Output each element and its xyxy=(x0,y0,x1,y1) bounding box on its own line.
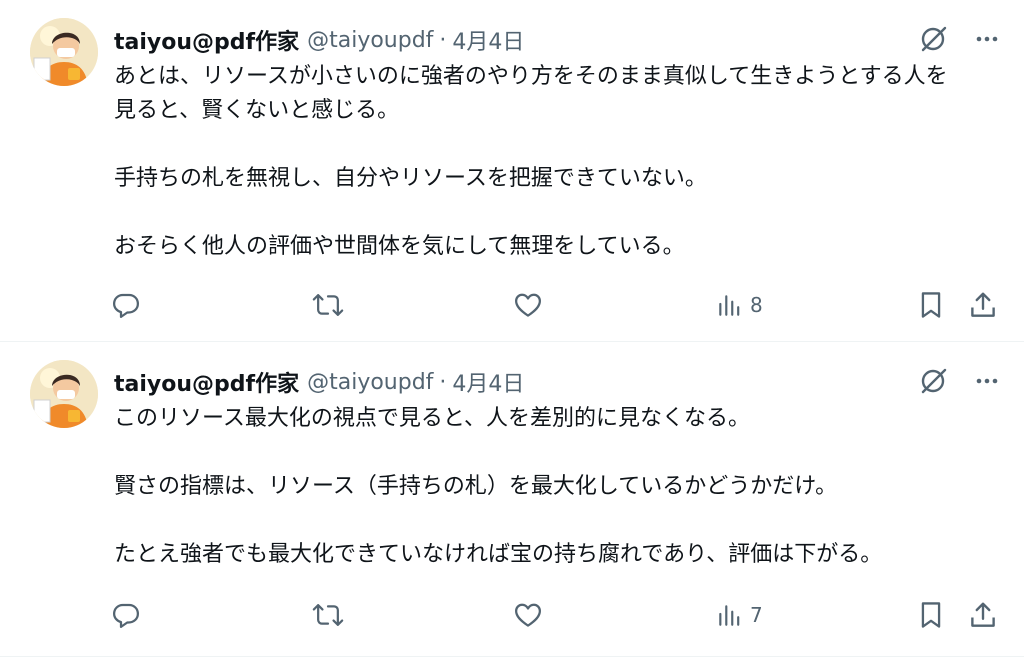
tweet-date[interactable]: 4月4日 xyxy=(452,366,524,398)
views-count: 7 xyxy=(750,603,763,627)
tweet-text: あとは、リソースが小さいのに強者のやり方をそのまま真似して生きようとする人を 見… xyxy=(114,60,994,264)
views-count: 8 xyxy=(750,293,763,317)
tweet-header: taiyou@pdf作家 @taiyoupdf · 4月4日 xyxy=(114,24,524,56)
reply-icon xyxy=(111,600,141,630)
separator-dot: · xyxy=(439,369,447,395)
like-icon xyxy=(513,290,543,320)
user-handle[interactable]: @taiyoupdf xyxy=(307,28,433,53)
reply-button[interactable] xyxy=(111,285,141,325)
display-name[interactable]: taiyou@pdf作家 xyxy=(114,24,299,56)
avatar[interactable] xyxy=(30,360,98,428)
share-button[interactable] xyxy=(968,595,998,635)
retweet-icon xyxy=(312,600,344,630)
display-name[interactable]: taiyou@pdf作家 xyxy=(114,366,299,398)
tweet-line: このリソース最大化の視点で見ると、人を差別的に見なくなる。 xyxy=(114,406,751,431)
action-bar: 7 xyxy=(0,595,1024,635)
user-handle[interactable]: @taiyoupdf xyxy=(307,370,433,395)
grok-icon[interactable] xyxy=(918,366,948,396)
tweet-line: おそらく他人の評価や世間体を気にして無理をしている。 xyxy=(114,234,685,259)
avatar[interactable] xyxy=(30,18,98,86)
views-icon xyxy=(716,602,742,628)
like-icon xyxy=(513,600,543,630)
retweet-icon xyxy=(312,290,344,320)
reply-icon xyxy=(111,290,141,320)
share-button[interactable] xyxy=(968,285,998,325)
bookmark-icon xyxy=(917,290,945,320)
tweet-line: 手持ちの札を無視し、自分やリソースを把握できていない。 xyxy=(114,166,707,191)
views-button[interactable]: 7 xyxy=(716,595,763,635)
views-icon xyxy=(716,292,742,318)
tweet-date[interactable]: 4月4日 xyxy=(452,24,524,56)
retweet-button[interactable] xyxy=(312,285,344,325)
retweet-button[interactable] xyxy=(312,595,344,635)
tweet-line: 見ると、賢くないと感じる。 xyxy=(114,98,400,123)
separator-dot: · xyxy=(439,27,447,53)
tweet-2[interactable]: taiyou@pdf作家 @taiyoupdf · 4月4日 このリソース最大化… xyxy=(0,342,1024,657)
share-icon xyxy=(968,290,998,320)
share-icon xyxy=(968,600,998,630)
reply-button[interactable] xyxy=(111,595,141,635)
like-button[interactable] xyxy=(513,595,543,635)
bookmark-button[interactable] xyxy=(917,595,945,635)
tweet-line: たとえ強者でも最大化できていなければ宝の持ち腐れであり、評価は下がる。 xyxy=(114,542,883,567)
tweet-line: あとは、リソースが小さいのに強者のやり方をそのまま真似して生きようとする人を xyxy=(114,64,948,89)
more-icon[interactable] xyxy=(974,368,1000,394)
more-icon[interactable] xyxy=(974,26,1000,52)
tweet-line: 賢さの指標は、リソース（手持ちの札）を最大化しているかどうかだけ。 xyxy=(114,474,838,499)
action-bar: 8 xyxy=(0,285,1024,325)
like-button[interactable] xyxy=(513,285,543,325)
views-button[interactable]: 8 xyxy=(716,285,763,325)
grok-icon[interactable] xyxy=(918,24,948,54)
bookmark-icon xyxy=(917,600,945,630)
tweet-1[interactable]: taiyou@pdf作家 @taiyoupdf · 4月4日 あとは、リソースが… xyxy=(0,0,1024,342)
bookmark-button[interactable] xyxy=(917,285,945,325)
tweet-header: taiyou@pdf作家 @taiyoupdf · 4月4日 xyxy=(114,366,524,398)
tweet-text: このリソース最大化の視点で見ると、人を差別的に見なくなる。 賢さの指標は、リソー… xyxy=(114,402,994,572)
